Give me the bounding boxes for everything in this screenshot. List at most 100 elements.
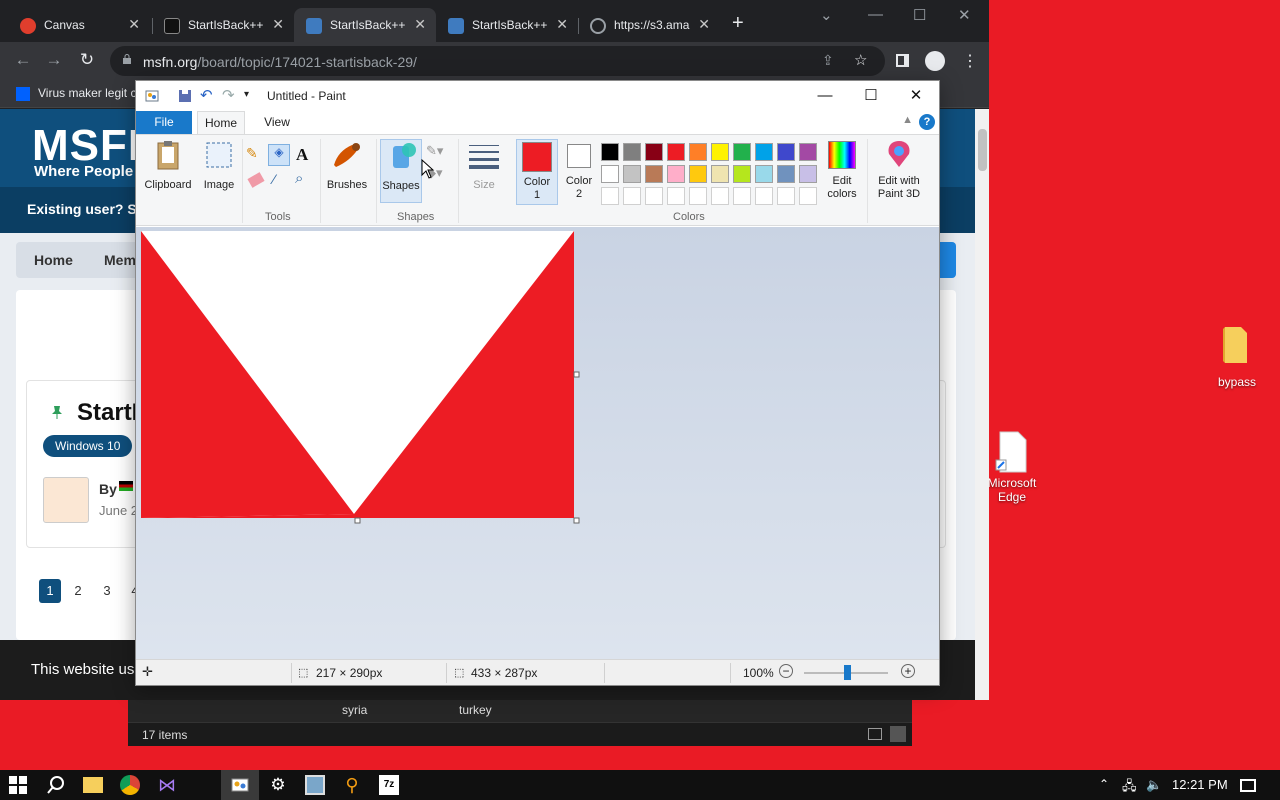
- palette-swatch[interactable]: [777, 165, 795, 183]
- tab-search-icon[interactable]: ⌄: [820, 6, 833, 24]
- outline-icon[interactable]: ✎▾: [426, 143, 443, 159]
- tab-startisback-1[interactable]: StartIsBack++ ✕: [152, 8, 294, 42]
- palette-swatch[interactable]: [601, 187, 619, 205]
- resize-handle-bottom[interactable]: [354, 517, 361, 524]
- desktop-icon-bypass[interactable]: bypass: [1205, 325, 1269, 389]
- color1-button[interactable]: Color 1: [516, 139, 558, 205]
- edit-colors-button[interactable]: Edit colors: [820, 139, 864, 203]
- palette-swatch[interactable]: [711, 165, 729, 183]
- color-picker-icon[interactable]: ⁄: [273, 171, 275, 187]
- page-3[interactable]: 3: [96, 579, 118, 603]
- maximize-icon[interactable]: ☐: [848, 85, 894, 107]
- paint3d-button[interactable]: Edit with Paint 3D: [871, 139, 927, 203]
- tiles-view-icon[interactable]: [890, 726, 906, 742]
- palette-swatch[interactable]: [623, 187, 641, 205]
- palette-swatch[interactable]: [799, 165, 817, 183]
- palette-swatch[interactable]: [733, 143, 751, 161]
- bookmark-item[interactable]: Virus maker legit c: [38, 86, 136, 100]
- magnifier-app-icon[interactable]: ⚲: [342, 775, 362, 795]
- notifications-icon[interactable]: [1240, 779, 1256, 792]
- palette-swatch[interactable]: [689, 165, 707, 183]
- new-tab-icon[interactable]: +: [732, 12, 752, 36]
- clock[interactable]: 12:21 PM: [1172, 777, 1228, 792]
- tab-view[interactable]: View: [255, 111, 299, 134]
- zoom-in-icon[interactable]: +: [901, 664, 915, 678]
- tab-file[interactable]: File: [136, 111, 192, 134]
- maximize-icon[interactable]: ☐: [913, 6, 926, 24]
- palette-swatch[interactable]: [689, 143, 707, 161]
- palette-swatch[interactable]: [799, 187, 817, 205]
- save-icon[interactable]: [178, 89, 192, 103]
- avatar[interactable]: [43, 477, 89, 523]
- palette-swatch[interactable]: [755, 187, 773, 205]
- page-scrollbar[interactable]: [975, 109, 989, 700]
- profile-icon[interactable]: [925, 51, 945, 71]
- palette-swatch[interactable]: [667, 143, 685, 161]
- tab-canvas[interactable]: Canvas ✕: [8, 8, 150, 42]
- drawing-canvas[interactable]: [141, 231, 581, 527]
- forward-icon[interactable]: →: [44, 50, 64, 70]
- palette-swatch[interactable]: [601, 143, 619, 161]
- minimize-icon[interactable]: —: [802, 85, 848, 107]
- palette-swatch[interactable]: [645, 143, 663, 161]
- close-icon[interactable]: ✕: [958, 6, 971, 24]
- magnifier-icon[interactable]: ⌕: [295, 170, 303, 187]
- eraser-icon[interactable]: [247, 172, 265, 188]
- palette-swatch[interactable]: [733, 187, 751, 205]
- collapse-ribbon-icon[interactable]: ▲: [902, 114, 913, 126]
- undo-icon[interactable]: ↶: [200, 88, 214, 103]
- breadcrumb-members[interactable]: Mem: [104, 252, 136, 268]
- close-tab-icon[interactable]: ✕: [272, 16, 284, 33]
- network-icon[interactable]: 🖧: [1122, 777, 1137, 799]
- sidebar-icon[interactable]: [896, 54, 909, 67]
- page-1[interactable]: 1: [39, 579, 61, 603]
- paint-taskbar-icon[interactable]: [230, 775, 250, 795]
- text-icon[interactable]: A: [296, 145, 308, 165]
- zoom-slider-thumb[interactable]: [844, 665, 851, 680]
- customize-qat-icon[interactable]: ▾: [244, 89, 258, 103]
- palette-swatch[interactable]: [645, 187, 663, 205]
- chrome-icon[interactable]: [120, 775, 140, 795]
- palette-swatch[interactable]: [733, 165, 751, 183]
- palette-swatch[interactable]: [601, 165, 619, 183]
- visual-studio-icon[interactable]: ⋈: [157, 775, 177, 795]
- palette-swatch[interactable]: [711, 187, 729, 205]
- search-icon[interactable]: [46, 775, 66, 795]
- close-tab-icon[interactable]: ✕: [556, 16, 568, 33]
- menu-icon[interactable]: ⋮: [962, 51, 978, 71]
- palette-swatch[interactable]: [623, 165, 641, 183]
- tab-s3[interactable]: https://s3.ama ✕: [578, 8, 720, 42]
- scrollbar-thumb[interactable]: [978, 129, 987, 171]
- tag-label[interactable]: turkey: [459, 703, 492, 717]
- bookmark-star-icon[interactable]: ☆: [854, 51, 867, 69]
- show-hidden-icons[interactable]: ⌃: [1099, 777, 1109, 791]
- palette-swatch[interactable]: [667, 165, 685, 183]
- brushes-button[interactable]: Brushes: [324, 139, 370, 203]
- size-button[interactable]: Size: [462, 139, 506, 203]
- palette-swatch[interactable]: [755, 165, 773, 183]
- windows-start-icon[interactable]: [8, 775, 28, 795]
- resize-handle-right[interactable]: [573, 371, 580, 378]
- volume-icon[interactable]: 🔈: [1146, 777, 1162, 793]
- tab-home[interactable]: Home: [197, 111, 245, 134]
- color2-button[interactable]: Color 2: [560, 139, 598, 205]
- zoom-out-icon[interactable]: −: [779, 664, 793, 678]
- palette-swatch[interactable]: [689, 187, 707, 205]
- details-view-icon[interactable]: [868, 728, 882, 740]
- minimize-icon[interactable]: —: [868, 6, 883, 23]
- breadcrumb-home[interactable]: Home: [34, 252, 73, 268]
- clipboard-button[interactable]: Clipboard: [140, 139, 196, 203]
- close-icon[interactable]: ✕: [893, 85, 939, 107]
- help-icon[interactable]: ?: [919, 114, 935, 130]
- palette-swatch[interactable]: [623, 143, 641, 161]
- palette-swatch[interactable]: [777, 187, 795, 205]
- back-icon[interactable]: ←: [13, 50, 33, 70]
- shapes-button[interactable]: Shapes: [380, 139, 422, 203]
- page-2[interactable]: 2: [67, 579, 89, 603]
- share-icon[interactable]: ⇪: [822, 52, 834, 69]
- photos-icon[interactable]: [305, 775, 325, 795]
- redo-icon[interactable]: ↷: [222, 88, 236, 103]
- pencil-icon[interactable]: ✎: [246, 145, 266, 165]
- palette-swatch[interactable]: [645, 165, 663, 183]
- close-tab-icon[interactable]: ✕: [698, 16, 710, 33]
